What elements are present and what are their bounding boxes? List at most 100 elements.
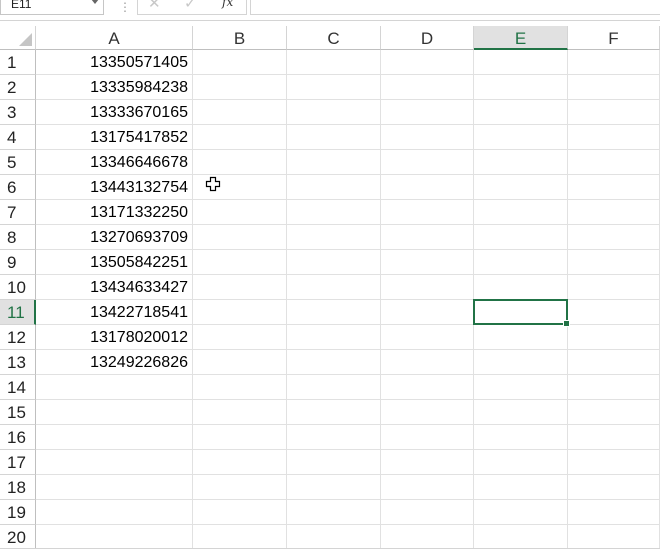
cell-c7[interactable] <box>287 200 381 225</box>
cell-e1[interactable] <box>474 50 568 75</box>
cell-d19[interactable] <box>381 500 474 525</box>
select-all-button[interactable] <box>0 26 36 50</box>
formula-input[interactable] <box>250 0 660 15</box>
cell-c15[interactable] <box>287 400 381 425</box>
cancel-icon[interactable]: ✕ <box>148 0 161 12</box>
cell-f7[interactable] <box>568 200 660 225</box>
row-header-20[interactable]: 20 <box>0 525 36 550</box>
cell-a19[interactable] <box>36 500 193 525</box>
row-header-18[interactable]: 18 <box>0 475 36 500</box>
cell-a8[interactable]: 13270693709 <box>36 225 193 250</box>
cell-a10[interactable]: 13434633427 <box>36 275 193 300</box>
cell-f9[interactable] <box>568 250 660 275</box>
name-box[interactable]: E11 <box>0 0 104 15</box>
column-header-d[interactable]: D <box>381 26 474 50</box>
cell-f10[interactable] <box>568 275 660 300</box>
cell-d12[interactable] <box>381 325 474 350</box>
row-header-3[interactable]: 3 <box>0 100 36 125</box>
cell-e15[interactable] <box>474 400 568 425</box>
cell-b20[interactable] <box>193 525 287 550</box>
cell-d10[interactable] <box>381 275 474 300</box>
cell-f1[interactable] <box>568 50 660 75</box>
cell-a20[interactable] <box>36 525 193 550</box>
cell-e8[interactable] <box>474 225 568 250</box>
cell-d8[interactable] <box>381 225 474 250</box>
formula-bar-grip-icon[interactable]: ⋮ <box>119 0 131 14</box>
cell-f17[interactable] <box>568 450 660 475</box>
fill-handle[interactable] <box>563 320 570 327</box>
cell-c13[interactable] <box>287 350 381 375</box>
cell-a18[interactable] <box>36 475 193 500</box>
cell-e20[interactable] <box>474 525 568 550</box>
row-header-16[interactable]: 16 <box>0 425 36 450</box>
cell-d4[interactable] <box>381 125 474 150</box>
cell-e13[interactable] <box>474 350 568 375</box>
row-header-19[interactable]: 19 <box>0 500 36 525</box>
cell-d6[interactable] <box>381 175 474 200</box>
cell-a15[interactable] <box>36 400 193 425</box>
cell-a12[interactable]: 13178020012 <box>36 325 193 350</box>
row-header-17[interactable]: 17 <box>0 450 36 475</box>
cell-f14[interactable] <box>568 375 660 400</box>
cell-b4[interactable] <box>193 125 287 150</box>
cell-b9[interactable] <box>193 250 287 275</box>
row-header-7[interactable]: 7 <box>0 200 36 225</box>
cell-c12[interactable] <box>287 325 381 350</box>
column-header-a[interactable]: A <box>36 26 193 50</box>
row-header-12[interactable]: 12 <box>0 325 36 350</box>
cell-f5[interactable] <box>568 150 660 175</box>
cell-d17[interactable] <box>381 450 474 475</box>
cell-f2[interactable] <box>568 75 660 100</box>
column-header-c[interactable]: C <box>287 26 381 50</box>
cell-d1[interactable] <box>381 50 474 75</box>
active-cell-selection[interactable] <box>473 299 570 327</box>
cell-c14[interactable] <box>287 375 381 400</box>
cell-a5[interactable]: 13346646678 <box>36 150 193 175</box>
cell-d9[interactable] <box>381 250 474 275</box>
cell-e4[interactable] <box>474 125 568 150</box>
cell-c5[interactable] <box>287 150 381 175</box>
cell-c9[interactable] <box>287 250 381 275</box>
cell-f6[interactable] <box>568 175 660 200</box>
cell-f19[interactable] <box>568 500 660 525</box>
cell-b1[interactable] <box>193 50 287 75</box>
cell-b7[interactable] <box>193 200 287 225</box>
row-header-8[interactable]: 8 <box>0 225 36 250</box>
cell-e16[interactable] <box>474 425 568 450</box>
cell-c4[interactable] <box>287 125 381 150</box>
cell-b3[interactable] <box>193 100 287 125</box>
cell-f15[interactable] <box>568 400 660 425</box>
cell-e10[interactable] <box>474 275 568 300</box>
row-header-6[interactable]: 6 <box>0 175 36 200</box>
cell-e3[interactable] <box>474 100 568 125</box>
cell-d2[interactable] <box>381 75 474 100</box>
cell-a7[interactable]: 13171332250 <box>36 200 193 225</box>
cell-d7[interactable] <box>381 200 474 225</box>
row-header-11[interactable]: 11 <box>0 300 36 325</box>
cell-c18[interactable] <box>287 475 381 500</box>
column-header-f[interactable]: F <box>568 26 660 50</box>
cell-b15[interactable] <box>193 400 287 425</box>
cell-e6[interactable] <box>474 175 568 200</box>
row-header-9[interactable]: 9 <box>0 250 36 275</box>
cell-a9[interactable]: 13505842251 <box>36 250 193 275</box>
cell-f8[interactable] <box>568 225 660 250</box>
cell-a13[interactable]: 13249226826 <box>36 350 193 375</box>
cell-c10[interactable] <box>287 275 381 300</box>
cell-f16[interactable] <box>568 425 660 450</box>
cell-e7[interactable] <box>474 200 568 225</box>
cell-a14[interactable] <box>36 375 193 400</box>
cell-d15[interactable] <box>381 400 474 425</box>
cell-b18[interactable] <box>193 475 287 500</box>
cell-c6[interactable] <box>287 175 381 200</box>
cell-f13[interactable] <box>568 350 660 375</box>
cell-c20[interactable] <box>287 525 381 550</box>
cell-f11[interactable] <box>568 300 660 325</box>
enter-check-icon[interactable]: ✓ <box>184 0 197 12</box>
cell-d11[interactable] <box>381 300 474 325</box>
cell-e19[interactable] <box>474 500 568 525</box>
cell-e17[interactable] <box>474 450 568 475</box>
cell-b12[interactable] <box>193 325 287 350</box>
cell-a6[interactable]: 13443132754 <box>36 175 193 200</box>
cell-e5[interactable] <box>474 150 568 175</box>
